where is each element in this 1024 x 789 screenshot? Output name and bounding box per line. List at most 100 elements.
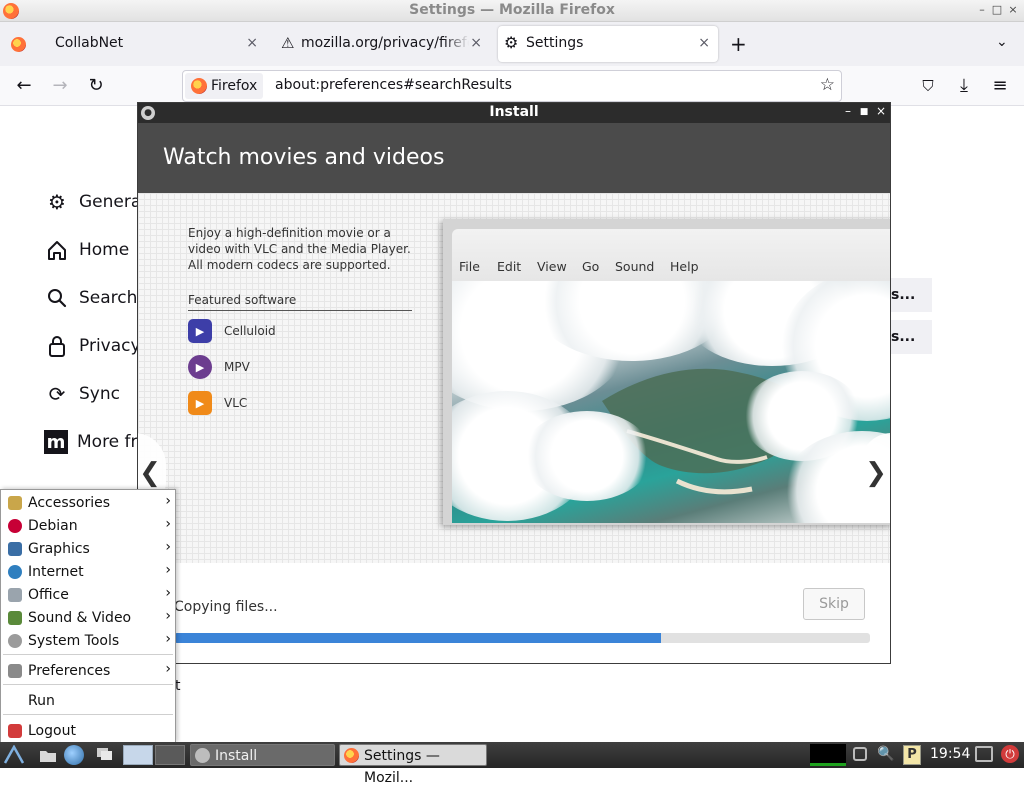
submenu-arrow-icon: ›: [165, 539, 171, 555]
identity-box[interactable]: Firefox: [185, 73, 264, 99]
start-menu: Accessories › Debian › Graphics › Internet › Off…: [0, 489, 176, 743]
reload-button[interactable]: ↻: [85, 75, 107, 96]
power-icon[interactable]: ⏻: [1001, 745, 1019, 763]
list-all-tabs-button[interactable]: ⌄: [996, 34, 1008, 50]
menu-help: Help: [670, 259, 699, 274]
tab-close-icon[interactable]: ×: [470, 35, 482, 51]
tab-label: Settings: [526, 35, 584, 51]
close-button[interactable]: ×: [1005, 3, 1021, 16]
menu-item-label: Graphics: [28, 540, 90, 557]
minimize-button[interactable]: –: [841, 104, 855, 118]
accessories-icon: [8, 495, 22, 510]
menu-item-internet[interactable]: Internet ›: [1, 560, 175, 583]
start-menu-icon[interactable]: [3, 744, 25, 765]
app-menu-icon[interactable]: ≡: [989, 75, 1011, 96]
home-icon: [44, 237, 70, 263]
url-text[interactable]: about:preferences#searchResults: [275, 77, 512, 93]
menu-item-graphics[interactable]: Graphics ›: [1, 537, 175, 560]
software-name: VLC: [224, 396, 248, 410]
menu-item-label: Accessories: [28, 494, 111, 511]
menu-item-preferences[interactable]: Preferences ›: [1, 659, 175, 682]
install-status: Copying files...: [174, 599, 278, 615]
menu-item-label: Run: [28, 692, 55, 709]
new-tab-button[interactable]: +: [730, 32, 747, 56]
search-icon[interactable]: 🔍: [877, 746, 894, 762]
display-icon[interactable]: [975, 746, 993, 762]
task-label: Settings — Mozil...: [364, 748, 440, 786]
internet-icon: [8, 564, 22, 579]
close-button[interactable]: ×: [874, 104, 888, 118]
software-item: ▶ VLC: [188, 391, 247, 415]
menu-view: View: [537, 259, 567, 274]
sidebar-item-label: Sync: [79, 384, 120, 404]
menu-sound: Sound: [615, 259, 655, 274]
file-manager-icon[interactable]: [39, 745, 59, 765]
clipboard-icon[interactable]: P: [903, 745, 921, 765]
sidebar-item-home[interactable]: Home: [44, 235, 129, 265]
install-dialog: ● Install – ■ × Watch movies and videos …: [137, 102, 891, 664]
slide-screenshot: File Edit View Go Sound Help: [443, 219, 890, 525]
tab-close-icon[interactable]: ×: [698, 35, 710, 51]
warning-icon: ⚠: [281, 34, 295, 52]
tab-bar: CollabNet × ⚠ mozilla.org/privacy/firefo…: [0, 22, 1024, 66]
logout-icon: [8, 723, 22, 738]
tab-collabnet[interactable]: CollabNet ×: [0, 26, 270, 62]
mozilla-icon: m: [44, 430, 68, 454]
maximize-button[interactable]: ■: [857, 107, 871, 117]
menu-item-system-tools[interactable]: System Tools ›: [1, 629, 175, 652]
submenu-arrow-icon: ›: [165, 631, 171, 647]
tab-mozilla-privacy[interactable]: ⚠ mozilla.org/privacy/firefo ×: [274, 26, 494, 62]
url-bar[interactable]: Firefox about:preferences#searchResults …: [182, 70, 842, 102]
pocket-icon[interactable]: ⛉: [917, 77, 939, 95]
workspace-1[interactable]: [123, 745, 153, 765]
downloads-icon[interactable]: ⤓: [953, 75, 975, 96]
taskbar-item-install[interactable]: Install: [190, 744, 335, 766]
blank-icon: [8, 694, 22, 708]
network-icon[interactable]: [853, 747, 867, 761]
sidebar-item-sync[interactable]: ⟳ Sync: [44, 379, 120, 409]
tab-close-icon[interactable]: ×: [246, 35, 258, 51]
forward-button[interactable]: →: [49, 75, 71, 96]
sidebar-item-more-from-mozilla[interactable]: m More fr: [44, 427, 138, 457]
bookmark-star-icon[interactable]: ☆: [820, 75, 835, 95]
menu-item-accessories[interactable]: Accessories ›: [1, 491, 175, 514]
search-result-button[interactable]: s...: [887, 320, 932, 354]
sidebar-item-label: More fr: [77, 432, 138, 452]
menu-item-run[interactable]: Run: [1, 689, 175, 712]
menu-item-sound-video[interactable]: Sound & Video ›: [1, 606, 175, 629]
clock[interactable]: 19:54: [930, 746, 970, 762]
workspace-2[interactable]: [155, 745, 185, 765]
dialog-title: Install: [489, 104, 539, 120]
tab-label: CollabNet: [55, 35, 124, 51]
system-tools-icon: [8, 633, 22, 648]
submenu-arrow-icon: ›: [165, 516, 171, 532]
video-frame-image: [452, 281, 890, 523]
show-desktop-icon[interactable]: [95, 745, 115, 765]
menu-item-debian[interactable]: Debian ›: [1, 514, 175, 537]
sidebar-item-general[interactable]: ⚙ Genera: [44, 187, 141, 217]
tab-settings[interactable]: ⚙ Settings ×: [498, 26, 718, 62]
featured-software-label: Featured software: [188, 293, 412, 311]
firefox-icon: [191, 78, 207, 94]
taskbar-item-firefox[interactable]: Settings — Mozil...: [339, 744, 487, 786]
software-name: Celluloid: [224, 324, 276, 338]
minimize-button[interactable]: –: [974, 3, 990, 16]
maximize-button[interactable]: □: [989, 3, 1005, 16]
taskbar: Install Settings — Mozil... 🔍 P 19:54 ⏻: [0, 742, 1024, 786]
browser-icon[interactable]: [64, 745, 84, 765]
skip-button[interactable]: Skip: [803, 588, 865, 620]
navigation-toolbar: ← → ↻ Firefox about:preferences#searchRe…: [0, 66, 1024, 106]
search-icon: [44, 285, 70, 311]
slide-description-panel: Enjoy a high-definition movie or a video…: [174, 215, 426, 435]
sidebar-item-search[interactable]: Search: [44, 283, 137, 313]
menu-item-logout[interactable]: Logout: [1, 719, 175, 742]
menu-edit: Edit: [497, 259, 522, 274]
back-button[interactable]: ←: [13, 75, 35, 96]
window-titlebar[interactable]: Settings — Mozilla Firefox – □ ×: [0, 0, 1024, 22]
cpu-monitor: [810, 744, 846, 766]
search-result-button[interactable]: s...: [887, 278, 932, 312]
install-progress-bar: [174, 633, 870, 643]
sidebar-item-privacy[interactable]: Privacy: [44, 331, 141, 361]
menu-item-office[interactable]: Office ›: [1, 583, 175, 606]
dialog-titlebar[interactable]: ● Install – ■ ×: [138, 103, 890, 123]
